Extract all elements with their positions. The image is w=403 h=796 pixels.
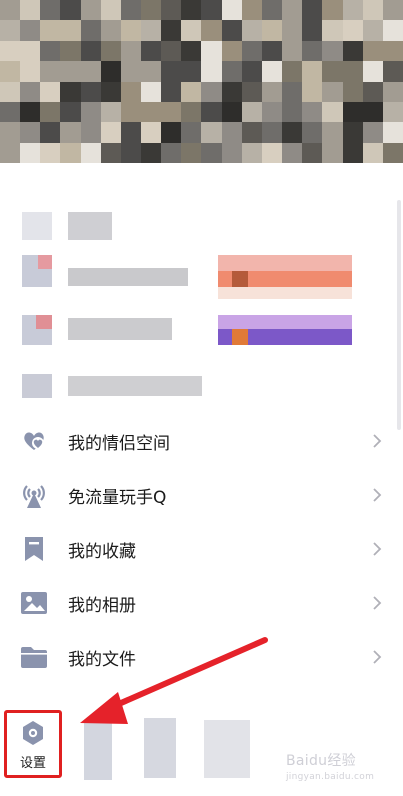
menu-item-couple-space[interactable]: 我的情侣空间 xyxy=(0,416,392,466)
blurred-banner xyxy=(0,0,403,163)
chevron-right-icon xyxy=(373,434,382,448)
menu-item-label: 我的情侣空间 xyxy=(68,433,170,454)
menu-item-label: 免流量玩手Q xyxy=(68,487,167,508)
watermark-main: Baidu经验 xyxy=(286,753,356,769)
baidu-watermark: Baidu经验 jingyan.baidu.com xyxy=(286,750,374,782)
menu-item-album[interactable]: 我的相册 xyxy=(0,578,392,628)
menu-item-free-data[interactable]: 免流量玩手Q xyxy=(0,470,392,520)
antenna-icon xyxy=(20,481,48,509)
chevron-right-icon xyxy=(373,488,382,502)
couple-heart-icon xyxy=(20,427,48,455)
chevron-right-icon xyxy=(373,542,382,556)
chevron-right-icon xyxy=(373,650,382,664)
folder-icon xyxy=(20,643,48,671)
menu-item-label: 我的收藏 xyxy=(68,541,136,562)
menu-item-favorites[interactable]: 我的收藏 xyxy=(0,524,392,574)
scrollbar[interactable] xyxy=(397,200,401,430)
watermark-sub: jingyan.baidu.com xyxy=(286,772,375,782)
gear-icon xyxy=(23,721,43,745)
red-arrow-annotation xyxy=(80,637,268,724)
bookmark-icon xyxy=(20,535,48,563)
menu-item-label: 我的相册 xyxy=(68,595,136,616)
chevron-right-icon xyxy=(373,596,382,610)
settings-label: 设置 xyxy=(19,756,46,771)
photo-album-icon xyxy=(20,589,48,617)
